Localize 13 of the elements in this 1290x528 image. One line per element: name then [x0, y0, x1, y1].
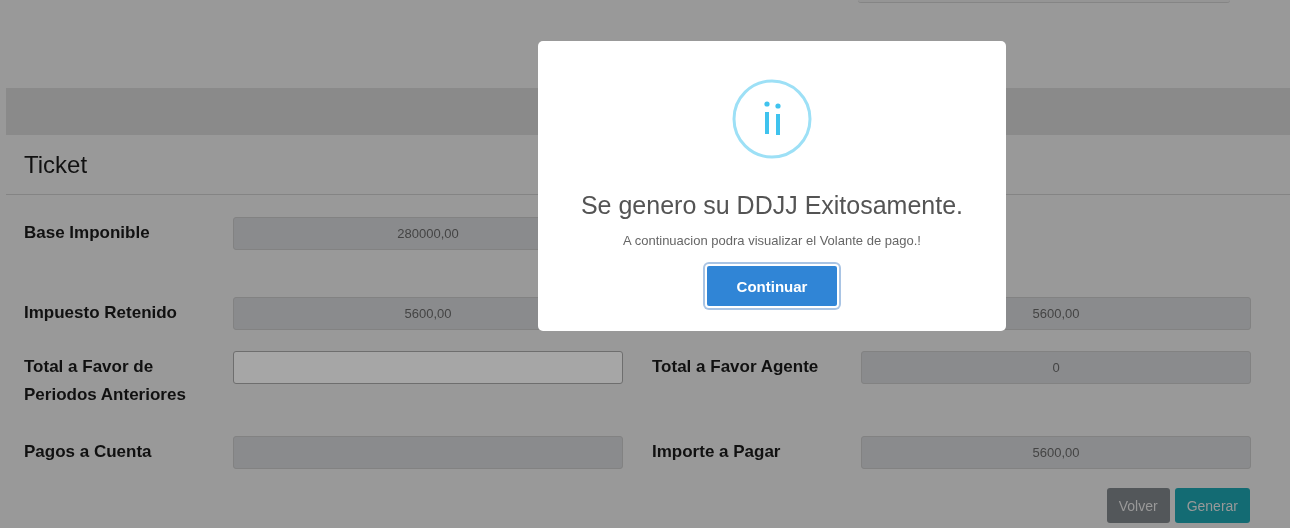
dialog-message: A continuacion podra visualizar el Volante de pago.!: [623, 233, 921, 248]
dialog-title: Se genero su DDJJ Exitosamente.: [580, 191, 964, 220]
field-label: Base Imponible: [24, 222, 151, 244]
field-label: Total a Favor Agente: [652, 356, 820, 378]
info-icon: [732, 79, 812, 159]
field-label: Impuesto Retenido: [24, 302, 178, 324]
panel-title: Ticket: [24, 150, 88, 179]
continue-button[interactable]: Continuar: [705, 264, 839, 308]
back-button[interactable]: Volver: [1106, 488, 1170, 523]
field-label: Total a Favor de Periodos Anteriores: [24, 356, 187, 406]
field-label: Pagos a Cuenta: [24, 441, 153, 463]
field-label: Importe a Pagar: [652, 441, 782, 463]
generate-button[interactable]: Generar: [1174, 488, 1250, 523]
